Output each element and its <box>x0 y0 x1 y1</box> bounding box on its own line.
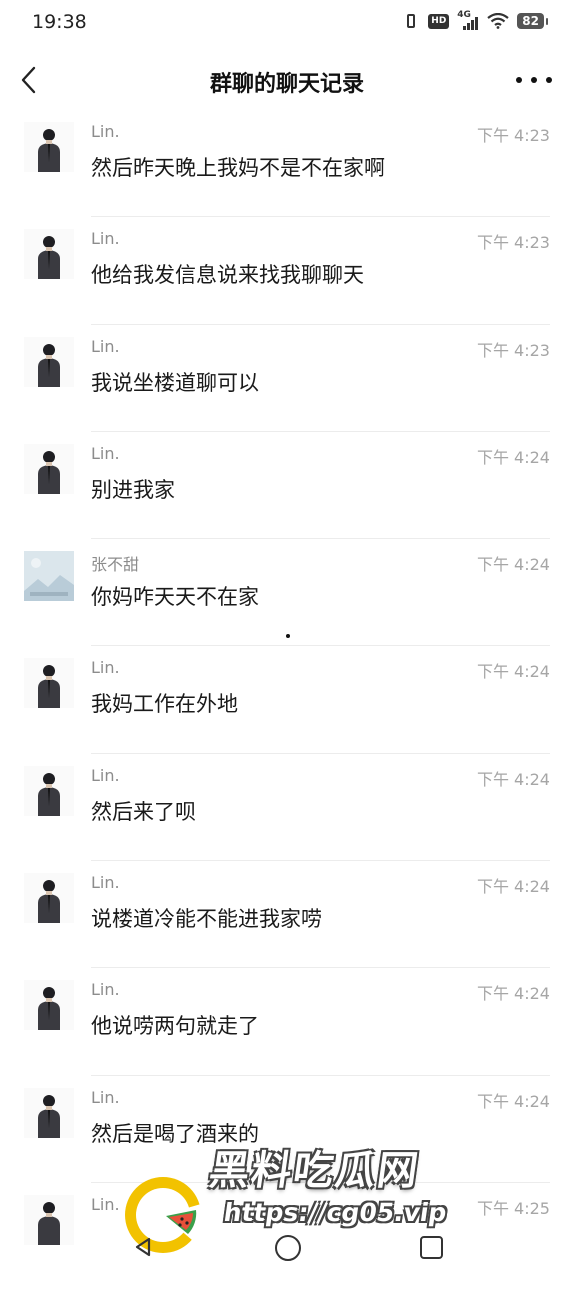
chat-record-list: Lin. 下午 4:23 然后昨天晚上我妈不是不在家啊 Lin. 下午 4:23… <box>0 110 574 1290</box>
user-avatar[interactable] <box>24 873 74 924</box>
message-text: 别进我家 <box>91 477 175 502</box>
message-text: 他给我发信息说来找我聊聊天 <box>91 263 364 288</box>
message-text: 我妈工作在外地 <box>91 692 238 717</box>
message-time: 下午 4:25 <box>476 1198 550 1218</box>
user-avatar[interactable] <box>24 229 74 280</box>
message-time: 下午 4:24 <box>476 769 550 789</box>
system-recents-icon[interactable] <box>420 1236 443 1259</box>
list-item[interactable]: Lin. 下午 4:24 然后来了呗 <box>0 754 574 862</box>
message-text: 你妈咋天天不在家 <box>91 585 259 610</box>
sender-name: Lin. <box>91 1194 120 1214</box>
message-time: 下午 4:24 <box>476 447 550 467</box>
status-time: 19:38 <box>32 11 87 33</box>
wifi-icon <box>487 13 509 29</box>
user-avatar[interactable] <box>24 336 74 387</box>
list-item[interactable]: Lin. 下午 4:24 说楼道冷能不能进我家唠 <box>0 861 574 969</box>
list-item[interactable]: Lin. 下午 4:23 然后昨天晚上我妈不是不在家啊 <box>0 110 574 218</box>
system-home-icon[interactable] <box>275 1235 301 1261</box>
sender-name: Lin. <box>91 1087 120 1107</box>
more-options-icon[interactable] <box>516 66 552 94</box>
message-text: 然后昨天晚上我妈不是不在家啊 <box>91 156 385 180</box>
list-item[interactable]: Lin. 下午 4:23 我说坐楼道聊可以 <box>0 325 574 432</box>
message-text: 说楼道冷能不能进我家唠 <box>91 907 322 932</box>
list-item[interactable]: Lin. 下午 4:24 别进我家 <box>0 432 574 540</box>
watermark-title: 黑料吃瓜网 <box>206 1148 423 1194</box>
message-time: 下午 4:23 <box>476 126 550 145</box>
message-time: 下午 4:24 <box>476 555 550 575</box>
user-avatar[interactable] <box>24 443 74 494</box>
sender-name: Lin. <box>91 443 120 463</box>
sender-name: Lin. <box>91 873 120 893</box>
user-avatar[interactable] <box>24 765 74 816</box>
hd-icon: HD <box>428 13 450 29</box>
sender-name: Lin. <box>91 765 120 785</box>
system-nav-bar <box>0 1222 574 1280</box>
status-icons: HD 4G 82 <box>402 10 548 30</box>
message-time: 下午 4:23 <box>476 233 550 253</box>
user-avatar[interactable] <box>24 980 74 1031</box>
sender-name: Lin. <box>91 658 120 678</box>
message-text: 然后来了呗 <box>91 799 196 824</box>
cellular-signal-icon: 4G <box>457 10 479 30</box>
sender-name: Lin. <box>91 229 120 249</box>
vibrate-icon <box>402 13 420 29</box>
nav-bar: 群聊的聊天记录 <box>0 50 574 110</box>
user-avatar[interactable] <box>24 122 74 172</box>
user-avatar[interactable] <box>24 1087 74 1138</box>
user-avatar[interactable] <box>24 658 74 709</box>
sender-name: Lin. <box>91 980 120 1000</box>
message-text: 我说坐楼道聊可以 <box>91 370 259 395</box>
user-avatar[interactable] <box>24 551 74 602</box>
system-back-icon[interactable] <box>132 1236 154 1258</box>
message-time: 下午 4:24 <box>476 984 550 1004</box>
message-time: 下午 4:23 <box>476 340 550 360</box>
message-time: 下午 4:24 <box>476 1091 550 1111</box>
battery-icon: 82 <box>517 13 548 29</box>
list-item[interactable]: Lin. 下午 4:23 他给我发信息说来找我聊聊天 <box>0 217 574 325</box>
scroll-dot <box>286 634 290 638</box>
sender-name: Lin. <box>91 336 120 356</box>
status-bar: 19:38 HD 4G 82 <box>0 0 574 44</box>
list-item[interactable]: Lin. 下午 4:24 我妈工作在外地 <box>0 646 574 754</box>
message-time: 下午 4:24 <box>476 877 550 897</box>
list-item[interactable]: 张不甜 下午 4:24 你妈咋天天不在家 <box>0 539 574 647</box>
sender-name: Lin. <box>91 122 120 141</box>
list-item[interactable]: Lin. 下午 4:24 他说唠两句就走了 <box>0 968 574 1076</box>
message-text: 他说唠两句就走了 <box>91 1014 259 1039</box>
sender-name: 张不甜 <box>91 555 140 575</box>
page-title: 群聊的聊天记录 <box>209 72 364 97</box>
message-time: 下午 4:24 <box>476 662 550 682</box>
